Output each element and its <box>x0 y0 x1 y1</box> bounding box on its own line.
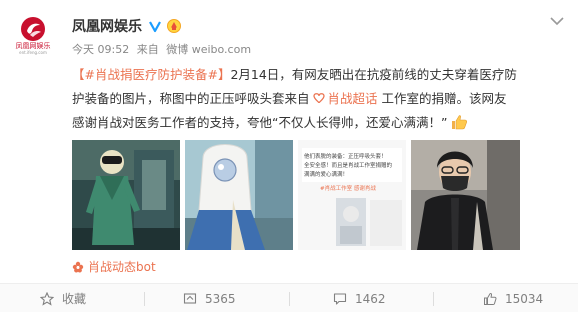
client-name[interactable]: 微博 weibo.com <box>166 43 251 56</box>
repost-count: 5365 <box>205 291 236 306</box>
avatar[interactable]: 凤凰网娱乐 ent.ifeng.com <box>8 14 58 55</box>
post-image-2[interactable] <box>185 140 293 250</box>
logo-subtext: ent.ifeng.com <box>19 50 47 55</box>
verified-badge-icon <box>149 21 161 33</box>
divider <box>144 292 145 306</box>
hashtag-link[interactable]: 【#肖战捐医疗防护装备#】 <box>72 67 230 82</box>
screenshot-line-1: 他们表脱的装备：正压呼吸头套！ <box>304 152 387 160</box>
source-label: 肖战动态bot <box>88 260 156 274</box>
thumbs-up-icon <box>484 292 497 305</box>
screenshot-tag: #肖战工作室 感谢肖战 <box>320 184 376 192</box>
flower-icon <box>72 261 84 272</box>
comment-count: 1462 <box>355 291 386 306</box>
comment-button[interactable]: 1462 <box>333 284 386 312</box>
thumbs-up-emoji-icon <box>452 115 468 130</box>
ifeng-logo-icon <box>21 17 45 41</box>
star-icon <box>40 291 54 306</box>
vip-badge-icon[interactable] <box>166 18 182 34</box>
account-name-row: 凤凰网娱乐 <box>72 17 182 35</box>
like-button[interactable]: 15034 <box>483 284 543 312</box>
post-image-1[interactable] <box>72 140 180 250</box>
repost-button[interactable]: 5365 <box>183 284 236 312</box>
repost-icon <box>183 292 197 304</box>
super-topic-icon <box>312 93 325 104</box>
from-label: 来自 <box>136 43 159 56</box>
like-count: 15034 <box>505 291 544 306</box>
post-meta: 今天 09:52 来自 微博 weibo.com <box>72 41 255 57</box>
divider <box>433 292 434 306</box>
post-time[interactable]: 今天 09:52 <box>72 43 129 56</box>
action-bar: 收藏 5365 1462 15034 <box>0 283 578 312</box>
divider <box>289 292 290 306</box>
screenshot-line-2: 全安全感！而且是肖战工作室捐赠的 <box>304 161 393 169</box>
post-text: 【#肖战捐医疗防护装备#】2月14日，有网友晒出在抗疫前线的丈夫穿着医疗防护装备… <box>72 63 518 135</box>
logo-text: 凤凰网娱乐 <box>15 42 51 50</box>
favorite-label: 收藏 <box>62 292 87 306</box>
account-name[interactable]: 凤凰网娱乐 <box>72 16 142 36</box>
favorite-button[interactable]: 收藏 <box>40 284 86 312</box>
chevron-down-icon[interactable] <box>550 16 564 26</box>
weibo-post-card: 凤凰网娱乐 ent.ifeng.com 凤凰网娱乐 今天 09:52 来自 微博… <box>0 0 578 312</box>
post-image-4[interactable] <box>411 140 520 250</box>
super-topic-link[interactable]: 肖战超话 <box>328 91 378 106</box>
post-image-3[interactable]: 他们表脱的装备：正压呼吸头套！ 全安全感！而且是肖战工作室捐赠的 满满的爱心满满… <box>298 140 406 250</box>
source-link[interactable]: 肖战动态bot <box>72 258 156 275</box>
comment-icon <box>333 292 347 305</box>
screenshot-line-3: 满满的爱心满满！ <box>304 170 348 178</box>
image-grid: 他们表脱的装备：正压呼吸头套！ 全安全感！而且是肖战工作室捐赠的 满满的爱心满满… <box>72 140 520 250</box>
